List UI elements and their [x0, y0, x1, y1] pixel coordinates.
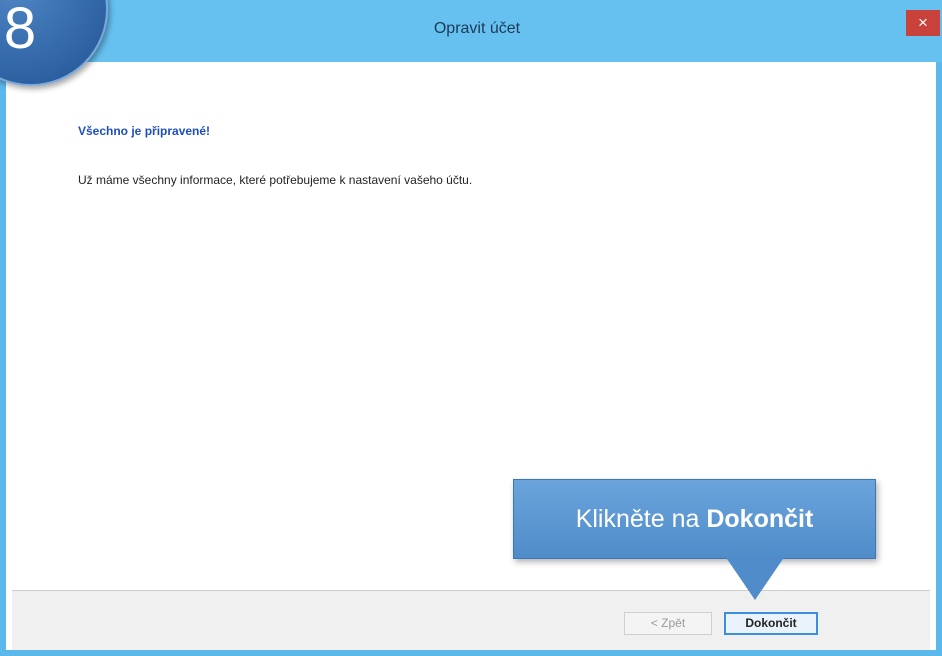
callout-prefix: Klikněte na: [575, 505, 707, 533]
close-button[interactable]: ×: [906, 10, 940, 36]
finish-button[interactable]: Dokončit: [724, 612, 818, 635]
step-number: 8: [3, 0, 37, 61]
instruction-callout: Klikněte na Dokončit: [513, 479, 876, 559]
title-bar[interactable]: Opravit účet ×: [6, 0, 942, 62]
callout-text: Klikněte na Dokončit: [514, 504, 875, 534]
callout-pointer: [725, 556, 785, 600]
back-button[interactable]: < Zpět: [624, 612, 712, 635]
button-bar: < Zpět Dokončit: [12, 590, 930, 650]
close-icon: ×: [918, 13, 928, 32]
info-message: Už máme všechny informace, které potřebu…: [78, 173, 473, 187]
window-title: Opravit účet: [433, 20, 521, 37]
ready-heading: Všechno je připravené!: [78, 124, 211, 138]
callout-emphasis: Dokončit: [706, 505, 814, 533]
